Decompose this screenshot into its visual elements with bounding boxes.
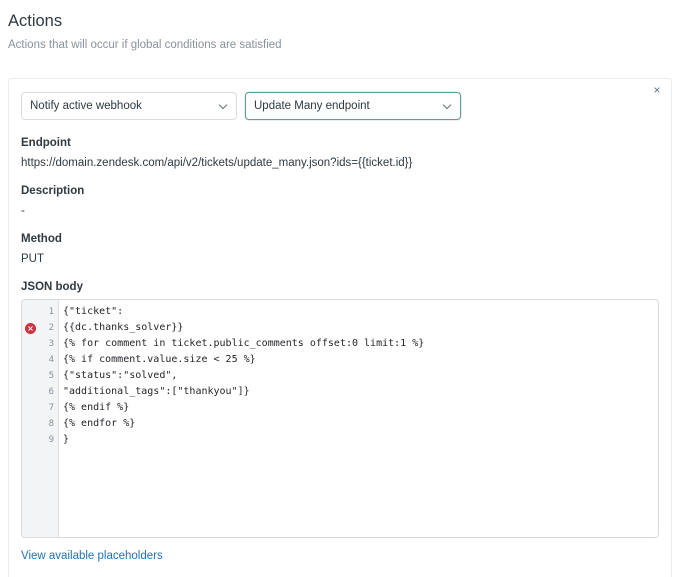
code-line: "additional_tags":["thankyou"]} <box>63 386 250 397</box>
line-number: 5 <box>48 371 54 381</box>
endpoint-value: https://domain.zendesk.com/api/v2/ticket… <box>21 157 413 169</box>
close-icon[interactable]: × <box>651 84 663 96</box>
code-line: {% if comment.value.size < 25 %} <box>63 354 256 365</box>
line-number: 2 <box>48 323 54 333</box>
code-line: {{dc.thanks_solver}} <box>63 322 184 333</box>
method-value: PUT <box>21 253 44 265</box>
line-number: 7 <box>48 403 54 413</box>
description-label: Description <box>21 185 85 197</box>
section-subtitle: Actions that will occur if global condit… <box>8 39 282 51</box>
code-line: {"ticket": <box>63 306 124 317</box>
line-number: 1 <box>48 307 54 317</box>
view-placeholders-link[interactable]: View available placeholders <box>21 550 163 562</box>
line-number-gutter: 1 2 × 3 4 5 6 7 8 9 <box>22 300 59 537</box>
line-number: 8 <box>48 419 54 429</box>
chevron-down-icon <box>218 100 228 110</box>
method-label: Method <box>21 233 62 245</box>
line-number: 9 <box>48 435 54 445</box>
line-number: 6 <box>48 387 54 397</box>
error-icon[interactable]: × <box>25 322 36 334</box>
endpoint-label: Endpoint <box>21 137 71 149</box>
code-line: } <box>63 434 70 445</box>
webhook-endpoint-select[interactable]: Update Many endpoint <box>245 92 461 120</box>
code-line: {% endfor %} <box>63 418 136 429</box>
section-title: Actions <box>8 12 63 30</box>
line-number: 4 <box>48 355 54 365</box>
action-type-select[interactable]: Notify active webhook <box>21 92 237 120</box>
code-line: {"status":"solved", <box>63 370 178 381</box>
chevron-down-icon <box>442 100 452 110</box>
code-line: {% for comment in ticket.public_comments… <box>63 338 425 349</box>
json-body-label: JSON body <box>21 281 83 293</box>
webhook-endpoint-value: Update Many endpoint <box>254 100 370 112</box>
action-card: × Notify active webhook Update Many endp… <box>8 78 672 577</box>
code-line: {% endif %} <box>63 402 130 413</box>
description-value: - <box>21 205 25 217</box>
json-body-editor[interactable]: 1 2 × 3 4 5 6 7 8 9 {"ticket": {{dc.thanks_solver}… <box>21 299 659 538</box>
line-number: 3 <box>48 339 54 349</box>
action-type-value: Notify active webhook <box>30 100 142 112</box>
